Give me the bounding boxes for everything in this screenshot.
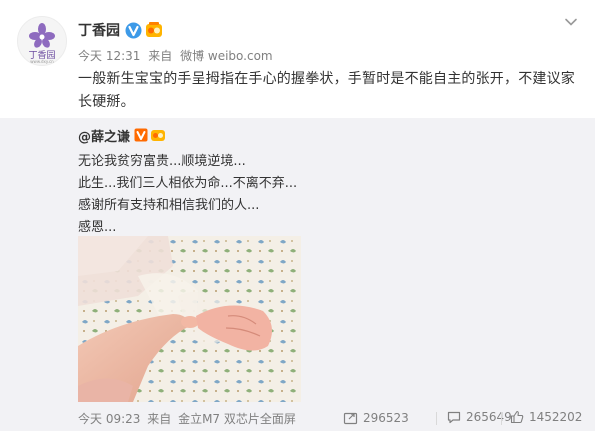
- repost-photo[interactable]: [78, 236, 301, 402]
- repost-count: 296523: [363, 410, 409, 425]
- repost-author-row: @薛之谦: [78, 126, 166, 145]
- repost-text-line: 感恩...: [78, 220, 117, 235]
- repost-source[interactable]: 金立M7 双芯片全面屏: [178, 412, 296, 426]
- post-time[interactable]: 今天 12:31: [78, 49, 140, 63]
- chevron-down-icon[interactable]: [564, 15, 578, 29]
- avatar-logo-url: www.dxy.cn: [30, 59, 54, 64]
- repost-block: @薛之谦 无论我贫穷富贵...顺境逆境... 此生...我们三人相依为命...不…: [0, 118, 595, 431]
- weibo-card: 丁香园 www.dxy.cn 丁香园 今天 12:31 来自 微博 weibo.…: [0, 0, 595, 431]
- repost-time[interactable]: 今天 09:23: [78, 412, 140, 426]
- author-name[interactable]: 丁香园: [78, 20, 120, 40]
- repost-icon: [343, 412, 358, 425]
- post-text-line: 一般新生宝宝的手呈拇指在手心的握拳状，手暂时是不能自主的张开，不建议家: [78, 71, 575, 87]
- divider: [501, 412, 502, 425]
- comment-count: 265649: [466, 410, 512, 424]
- comment-count-button[interactable]: 265649: [447, 410, 512, 424]
- like-count-button[interactable]: 1452202: [510, 410, 582, 424]
- member-medal-icon[interactable]: [145, 22, 163, 38]
- repost-count-button[interactable]: 296523: [343, 410, 409, 425]
- post-source[interactable]: 微博 weibo.com: [180, 49, 273, 63]
- repost-text-line: 此生...我们三人相依为命...不离不弃...: [78, 176, 298, 191]
- like-icon: [510, 410, 524, 424]
- comment-icon: [447, 411, 461, 424]
- repost-meta: 今天 09:23 来自 金立M7 双芯片全面屏: [78, 410, 299, 427]
- member-medal-icon[interactable]: [150, 128, 166, 142]
- verified-v-icon: [125, 22, 142, 38]
- divider: [436, 412, 437, 425]
- baby-hand-photo-image: [78, 236, 301, 402]
- verified-v-icon: [134, 128, 148, 142]
- avatar[interactable]: 丁香园 www.dxy.cn: [17, 16, 67, 66]
- repost-author-name[interactable]: @薛之谦: [78, 126, 130, 145]
- post-from-label: 来自: [148, 49, 173, 63]
- repost-text-line: 感谢所有支持和相信我们的人...: [78, 198, 260, 213]
- post-meta: 今天 12:31 来自 微博 weibo.com: [78, 47, 277, 64]
- post-text-line: 长硬掰。: [78, 94, 135, 110]
- author-row: 丁香园: [78, 19, 163, 41]
- post-text: 一般新生宝宝的手呈拇指在手心的握拳状，手暂时是不能自主的张开，不建议家 长硬掰。: [78, 68, 578, 114]
- like-count: 1452202: [529, 410, 583, 424]
- repost-from-label: 来自: [147, 412, 172, 426]
- repost-text-line: 无论我贫穷富贵...顺境逆境...: [78, 154, 246, 169]
